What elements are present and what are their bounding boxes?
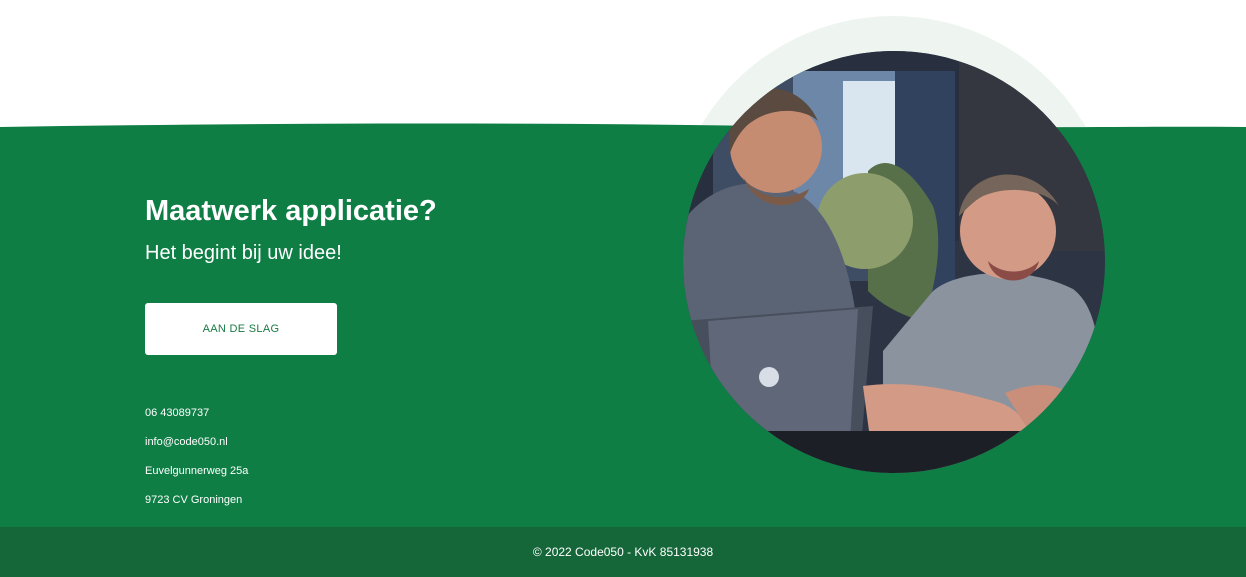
phone-link[interactable]: 06 43089737	[145, 399, 248, 428]
team-photo	[683, 51, 1105, 473]
cta-button[interactable]: AAN DE SLAG	[145, 303, 337, 355]
site-footer: © 2022 Code050 - KvK 85131938	[0, 527, 1246, 577]
hero-title: Maatwerk applicatie?	[145, 195, 437, 227]
street-address: Euvelgunnerweg 25a	[145, 465, 249, 477]
hero-content: Maatwerk applicatie? Het begint bij uw i…	[145, 194, 565, 506]
hero-subtitle: Het begint bij uw idee!	[145, 242, 342, 264]
contact-details: 06 43089737 info@code050.nl Euvelgunnerw…	[145, 399, 248, 515]
city-address: 9723 CV Groningen	[145, 494, 243, 506]
footer-copyright: © 2022 Code050 - KvK 85131938	[532, 545, 714, 559]
page: Maatwerk applicatie? Het begint bij uw i…	[0, 0, 1246, 577]
email-link[interactable]: info@code050.nl	[145, 428, 248, 457]
team-photo-image	[683, 51, 1105, 473]
